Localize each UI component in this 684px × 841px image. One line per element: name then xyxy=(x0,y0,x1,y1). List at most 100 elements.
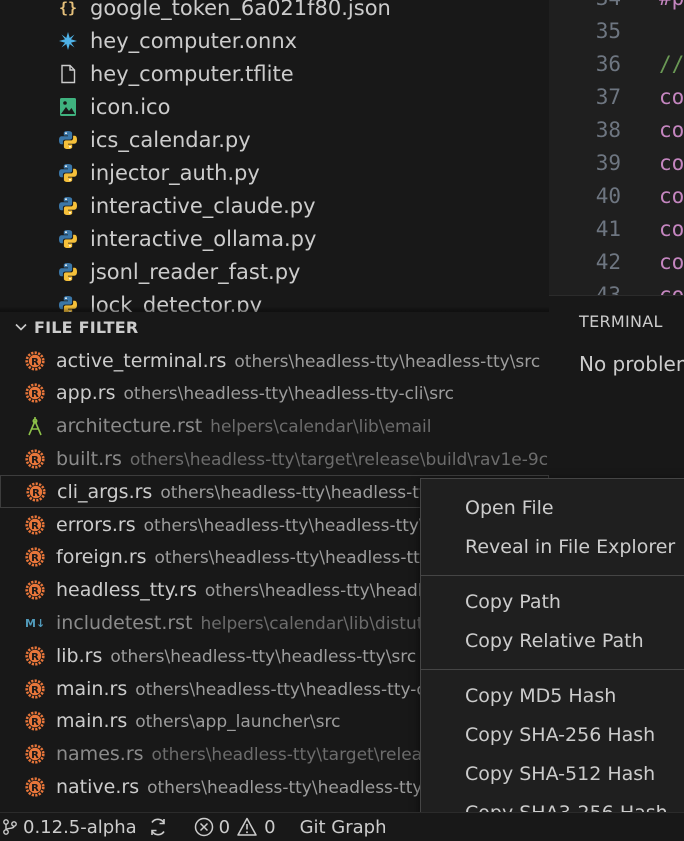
problems-item[interactable]: 0 0 xyxy=(193,816,276,838)
menu-item-copy-sha-256-hash[interactable]: Copy SHA-256 Hash xyxy=(465,724,655,746)
file-filter-text: active_terminal.rs others\headless-tty\he… xyxy=(56,350,540,372)
python-icon xyxy=(56,128,80,152)
tree-item[interactable]: interactive_ollama.py xyxy=(56,222,316,255)
file-path: others\headless-tty\headless-tty\src xyxy=(154,548,461,569)
file-name: includetest.rst xyxy=(56,611,193,634)
tree-item-label: icon.ico xyxy=(90,94,171,119)
file-name: app.rs xyxy=(56,382,116,405)
code-line[interactable]: co xyxy=(659,250,684,274)
svg-text:R: R xyxy=(31,652,39,663)
json-icon: {} xyxy=(56,0,80,20)
rust-icon: R xyxy=(24,579,46,601)
file-filter-title: FILE FILTER xyxy=(34,317,139,337)
svg-text:R: R xyxy=(31,586,39,597)
code-line[interactable]: co xyxy=(659,151,684,175)
tree-item[interactable]: {} google_token_6a021f80.json xyxy=(56,0,391,24)
tree-item-label: hey_computer.onnx xyxy=(90,28,298,53)
file-name: main.rs xyxy=(56,710,128,733)
line-number: 43 xyxy=(595,283,621,295)
status-bar: 0.12.5-alpha 0 0 Git Graph xyxy=(0,812,684,841)
rust-icon: R xyxy=(24,776,46,798)
tree-item[interactable]: interactive_claude.py xyxy=(56,189,316,222)
git-graph-item[interactable]: Git Graph xyxy=(300,817,387,838)
file-filter-row[interactable]: Rapp.rs others\headless-tty\headless-tty-… xyxy=(0,377,549,410)
line-number: 36 xyxy=(595,52,621,76)
file-filter-text: app.rs others\headless-tty\headless-tty-c… xyxy=(56,382,454,404)
file-filter-text: native.rs others\headless-tty\headless-tt… xyxy=(56,776,459,798)
tree-item[interactable]: jsonl_reader_fast.py xyxy=(56,255,300,288)
rust-icon: R xyxy=(24,678,46,700)
svg-text:R: R xyxy=(31,521,39,532)
line-number: 40 xyxy=(595,184,621,208)
file-path: others\headless-tty\headless-tty-cli\src xyxy=(135,679,466,700)
python-icon xyxy=(56,260,80,284)
python-icon xyxy=(56,227,80,251)
file-path: others\headless-tty\headless-tty\src xyxy=(143,515,450,536)
file-name: lib.rs xyxy=(56,644,103,667)
version-item[interactable]: 0.12.5-alpha xyxy=(0,817,137,838)
chevron-down-icon[interactable] xyxy=(12,318,30,336)
rust-icon: R xyxy=(24,382,46,404)
tree-item[interactable]: injector_auth.py xyxy=(56,156,260,189)
tree-item-label: hey_computer.tflite xyxy=(90,61,294,86)
file-name: errors.rs xyxy=(56,513,136,536)
rust-icon: R xyxy=(24,448,46,470)
tree-item-label: ics_calendar.py xyxy=(90,127,251,152)
file-name: names.rs xyxy=(56,743,144,766)
tree-item[interactable]: ics_calendar.py xyxy=(56,123,251,156)
tree-item[interactable]: hey_computer.onnx xyxy=(56,24,297,57)
line-number: 37 xyxy=(595,85,621,109)
code-line[interactable]: co xyxy=(659,217,684,241)
onnx-icon xyxy=(56,29,80,53)
file-name: foreign.rs xyxy=(56,546,147,569)
menu-item-copy-relative-path[interactable]: Copy Relative Path xyxy=(465,630,644,652)
svg-text:R: R xyxy=(31,553,39,564)
tab-terminal[interactable]: TERMINAL xyxy=(579,312,663,331)
tree-item[interactable]: icon.ico xyxy=(56,90,170,123)
code-line[interactable]: co xyxy=(659,118,684,142)
svg-text:R: R xyxy=(31,750,39,761)
file-filter-row[interactable]: Ractive_terminal.rs others\headless-tty\h… xyxy=(0,344,549,377)
svg-text:R: R xyxy=(31,685,39,696)
code-line[interactable]: co xyxy=(659,184,684,208)
error-icon xyxy=(193,816,215,838)
code-editor[interactable]: 34 #p 35 36 // 37 co 38 co 39 co 40 co 41 co 42 co 43 co xyxy=(549,0,684,295)
file-name: cli_args.rs xyxy=(57,480,153,503)
file-path: others\headless-tty\headless-tty-cli\src xyxy=(123,384,455,405)
menu-separator xyxy=(421,575,684,576)
file-filter-row[interactable]: Rbuilt.rs others\headless-tty\target\rele… xyxy=(0,442,549,475)
code-line[interactable]: #p xyxy=(659,0,684,10)
file-path: others\app_launcher\src xyxy=(135,712,341,733)
menu-item-reveal-in-file-explorer[interactable]: Reveal in File Explorer xyxy=(465,536,675,558)
menu-item-copy-md5-hash[interactable]: Copy MD5 Hash xyxy=(465,685,616,707)
svg-text:{}: {} xyxy=(59,0,77,17)
file-name: active_terminal.rs xyxy=(56,349,227,372)
tree-item-label: interactive_ollama.py xyxy=(90,226,317,251)
file-filter-text: main.rs others\app_launcher\src xyxy=(56,710,340,732)
code-line[interactable]: // xyxy=(659,52,684,76)
rust-icon: R xyxy=(25,481,47,503)
rust-icon: R xyxy=(24,710,46,732)
tree-item-label: injector_auth.py xyxy=(90,160,260,185)
tree-item[interactable]: hey_computer.tflite xyxy=(56,57,294,90)
menu-item-copy-sha-512-hash[interactable]: Copy SHA-512 Hash xyxy=(465,763,655,785)
file-filter-text: main.rs others\headless-tty\headless-tty-… xyxy=(56,678,466,700)
python-icon xyxy=(56,161,80,185)
file-name: built.rs xyxy=(56,447,122,470)
code-line[interactable]: co xyxy=(659,283,684,295)
sync-icon[interactable] xyxy=(147,816,169,838)
python-icon xyxy=(56,194,80,218)
menu-separator xyxy=(421,669,684,670)
menu-item-open-file[interactable]: Open File xyxy=(465,497,554,519)
file-filter-text: errors.rs others\headless-tty\headless-tt… xyxy=(56,514,450,536)
menu-item-copy-path[interactable]: Copy Path xyxy=(465,591,561,613)
code-line[interactable]: co xyxy=(659,85,684,109)
file-filter-header[interactable]: FILE FILTER xyxy=(0,312,549,342)
svg-text:R: R xyxy=(31,717,39,728)
rust-icon: R xyxy=(24,350,46,372)
file-name: native.rs xyxy=(56,775,140,798)
panel-message: No problem xyxy=(579,352,684,376)
file-filter-row[interactable]: architecture.rst helpers\calendar\lib\ema… xyxy=(0,410,549,443)
tree-item-label: interactive_claude.py xyxy=(90,193,316,218)
file-filter-text: foreign.rs others\headless-tty\headless-t… xyxy=(56,546,460,568)
